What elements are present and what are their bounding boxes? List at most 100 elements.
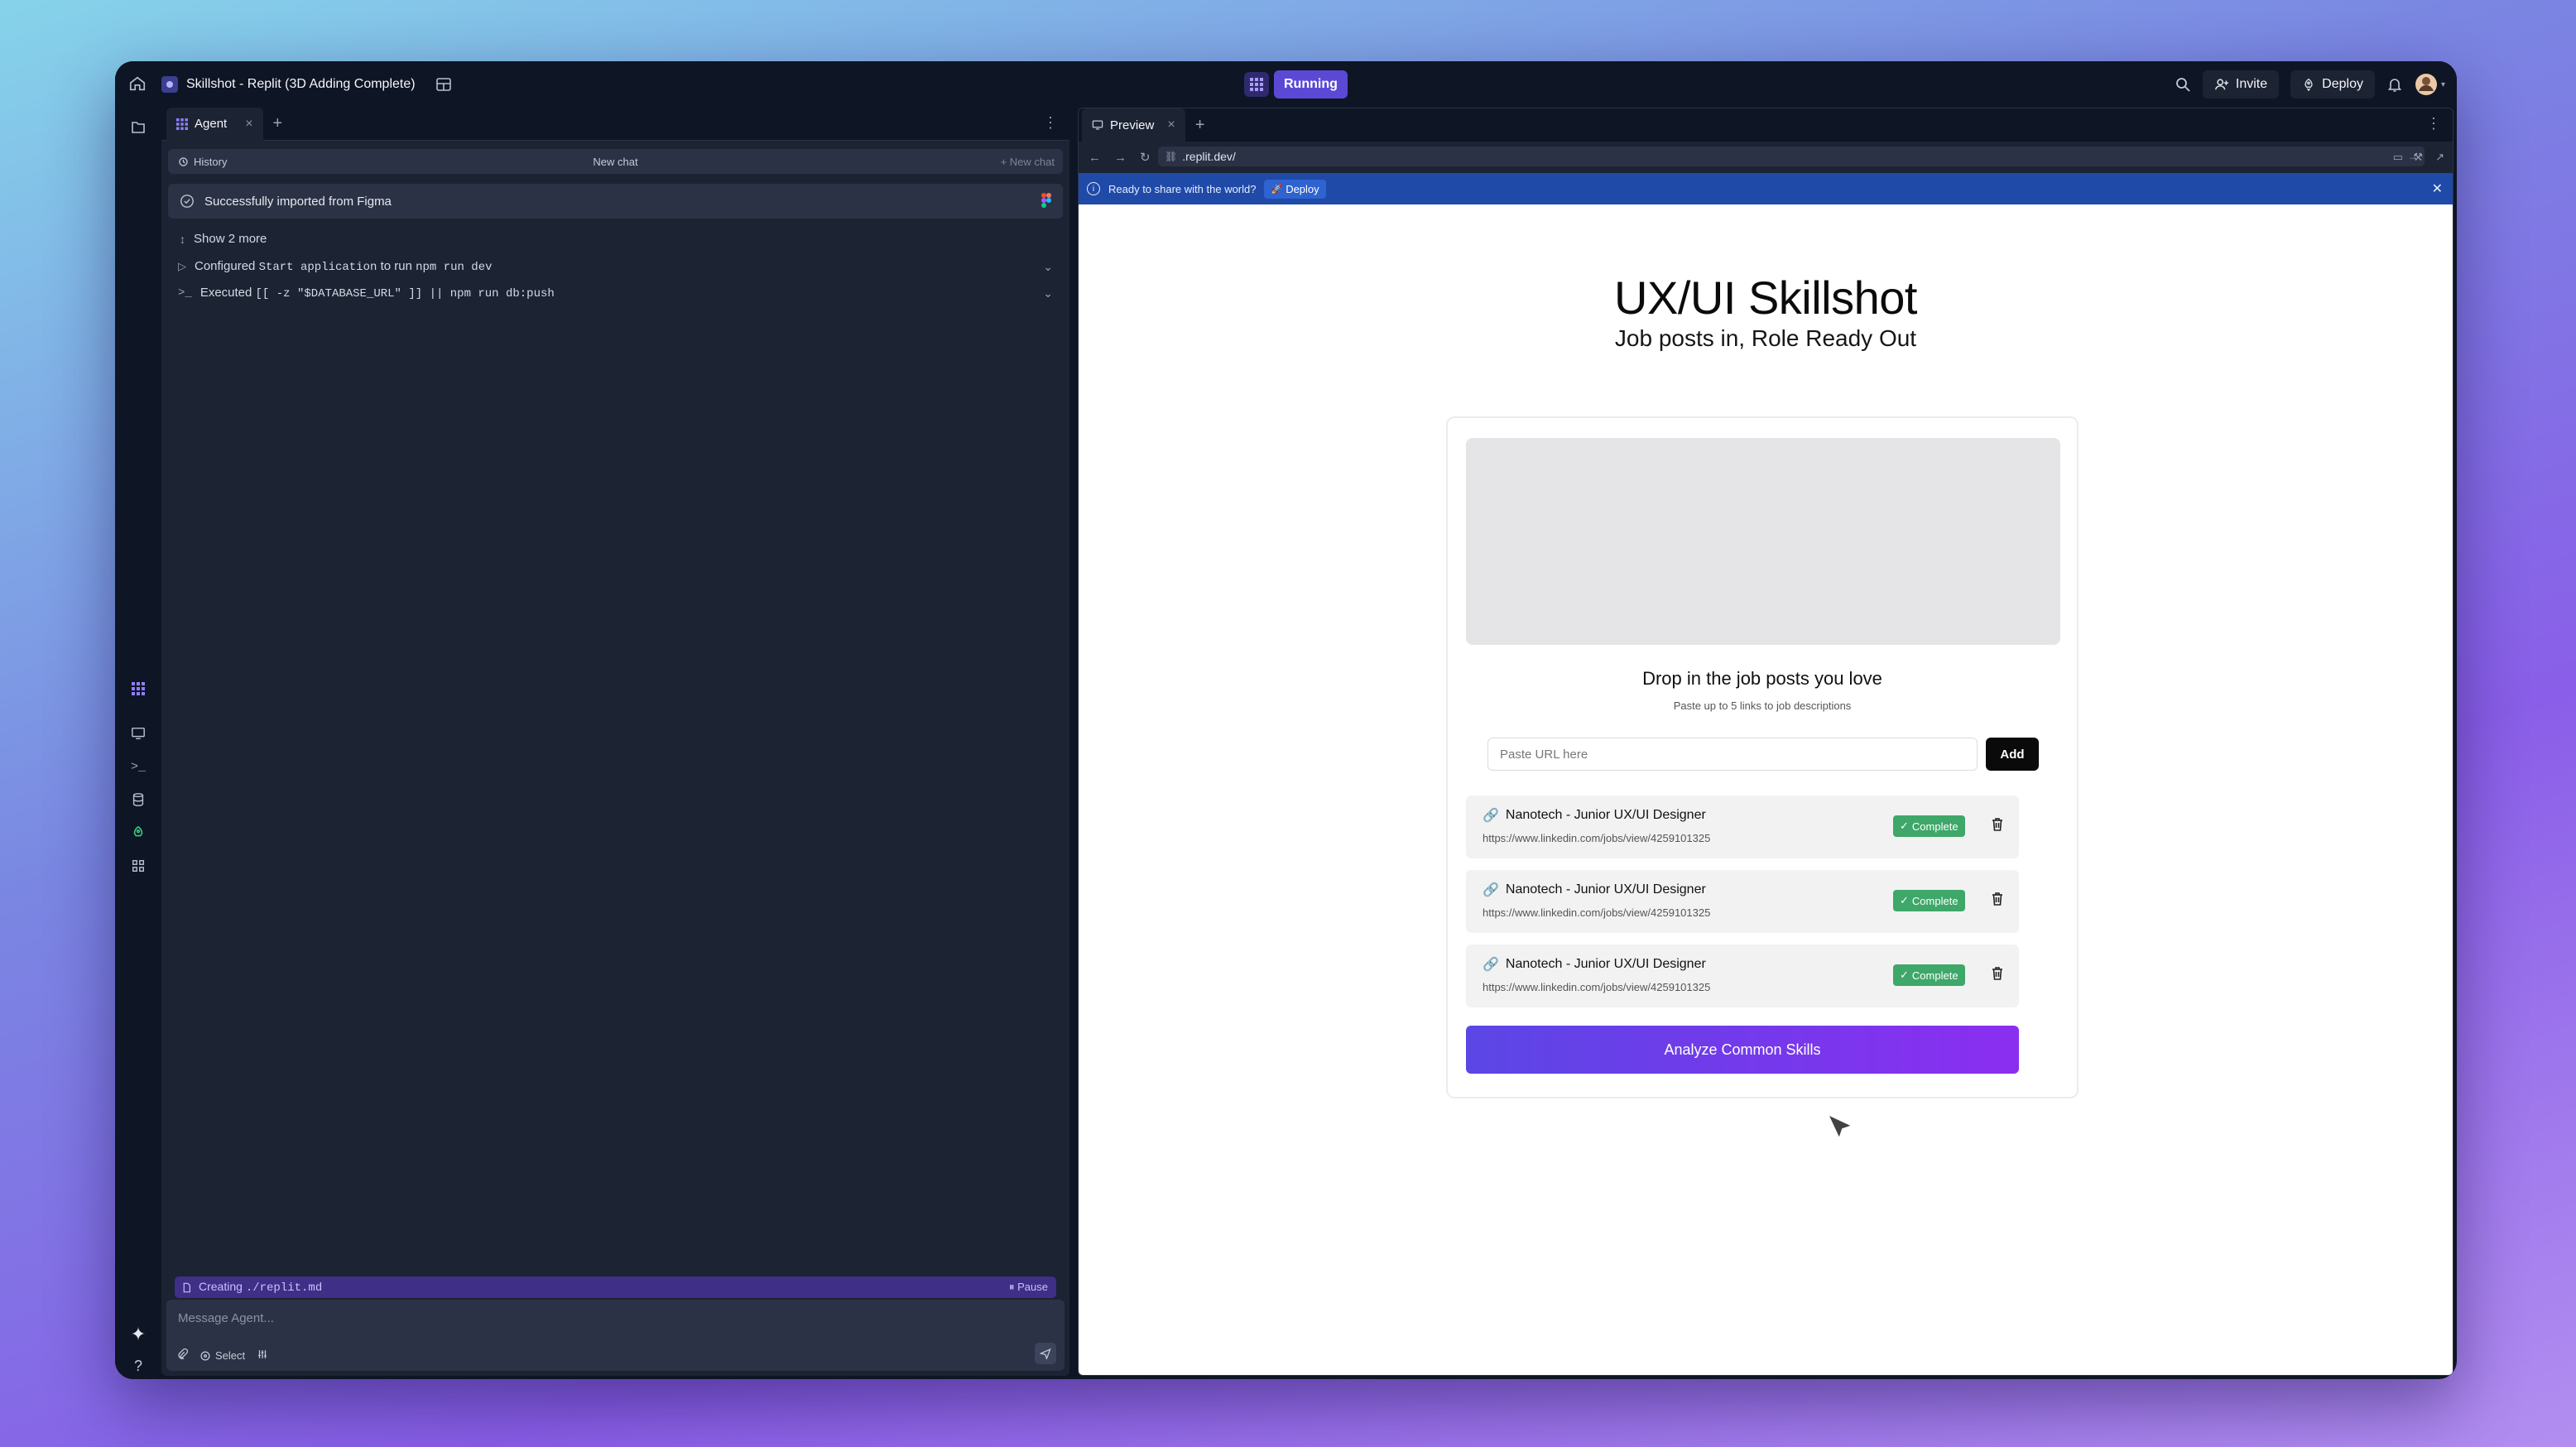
wrench-icon[interactable]: ⚒ <box>2413 151 2423 164</box>
layout-icon[interactable] <box>435 76 452 93</box>
executed-step[interactable]: >_ Executed [[ -z "$DATABASE_URL" ]] || … <box>178 286 1053 300</box>
run-control[interactable]: Running <box>1244 70 1348 99</box>
send-icon <box>1040 1348 1051 1359</box>
url-text: .replit.dev/ <box>1182 150 1236 163</box>
creating-filename: ./replit.md <box>245 1281 323 1295</box>
image-placeholder <box>1466 438 2060 645</box>
deploy-button[interactable]: Deploy <box>2290 70 2375 99</box>
status-label: Complete <box>1911 969 1958 982</box>
select-button[interactable]: Select <box>199 1349 245 1362</box>
message-input[interactable]: Message Agent... <box>178 1311 274 1325</box>
more-options-icon[interactable]: ⋮ <box>1043 114 1058 132</box>
chat-history-bar: History New chat + New chat <box>168 149 1063 174</box>
files-icon[interactable] <box>128 118 148 137</box>
new-chat-label: New chat <box>1009 155 1055 168</box>
configured-prefix: Configured <box>195 259 256 273</box>
job-url: https://www.linkedin.com/jobs/view/42591… <box>1483 981 1711 993</box>
search-icon[interactable] <box>2175 76 2191 93</box>
status-label: Complete <box>1911 894 1958 907</box>
external-link-icon[interactable]: ↗ <box>2435 151 2444 164</box>
status-badge: ✓ Complete <box>1893 815 1965 837</box>
home-icon[interactable] <box>128 75 147 93</box>
left-icon-rail: >_ ✦ ? <box>115 108 161 1379</box>
tab-agent[interactable]: Agent × <box>166 108 263 141</box>
current-chat-title: New chat <box>593 155 638 168</box>
user-avatar[interactable]: ▾ <box>2415 73 2445 96</box>
url-field[interactable]: ⛓ .replit.dev/ → <box>1158 147 2425 166</box>
tab-preview[interactable]: Preview × <box>1082 108 1185 142</box>
forward-arrow-icon[interactable]: → <box>1114 151 1127 165</box>
apps-grid-icon[interactable] <box>128 856 148 876</box>
terminal-icon[interactable]: >_ <box>128 757 148 776</box>
deploy-rocket-icon[interactable] <box>128 823 148 843</box>
close-icon[interactable]: ✕ <box>2432 180 2443 197</box>
close-icon[interactable]: × <box>1167 118 1175 132</box>
import-success-message: Successfully imported from Figma <box>168 184 1063 219</box>
help-icon[interactable]: ? <box>128 1356 148 1376</box>
agent-grid-icon[interactable] <box>128 679 148 699</box>
page-title: UX/UI Skillshot <box>1614 272 1917 324</box>
trash-icon[interactable] <box>1991 817 2004 836</box>
top-actions: Invite Deploy ▾ <box>2175 70 2445 99</box>
send-button[interactable] <box>1035 1343 1056 1364</box>
bell-icon[interactable] <box>2386 76 2403 93</box>
check-circle-icon <box>180 195 194 208</box>
chevron-down-icon[interactable]: ⌄ <box>1043 260 1053 274</box>
configured-mid: to run <box>380 259 412 273</box>
target-icon <box>200 1350 210 1361</box>
preview-page: UX/UI Skillshot Job posts in, Role Ready… <box>1079 204 2453 1375</box>
url-input[interactable] <box>1487 738 1978 771</box>
job-post-card: Drop in the job posts you love Paste up … <box>1446 416 2079 1098</box>
history-button[interactable]: History <box>178 156 227 168</box>
invite-button[interactable]: Invite <box>2202 70 2280 99</box>
agent-tab-bar: Agent × + ⋮ <box>161 108 1069 141</box>
back-arrow-icon[interactable]: ← <box>1089 151 1101 165</box>
check-icon: ✓ <box>1900 894 1909 906</box>
running-status-button[interactable]: Running <box>1274 70 1348 99</box>
trash-icon[interactable] <box>1991 892 2004 911</box>
new-chat-button[interactable]: + New chat <box>1001 156 1055 168</box>
chevron-down-icon[interactable]: ⌄ <box>1043 286 1053 300</box>
executed-prefix: Executed <box>199 286 252 300</box>
play-icon: ▷ <box>178 260 186 272</box>
job-list-item: 🔗 Nanotech - Junior UX/UI Designer https:… <box>1466 945 2019 1007</box>
close-icon[interactable]: × <box>245 117 252 132</box>
configured-step[interactable]: ▷ Configured Start application to run np… <box>178 259 1053 274</box>
page-subtitle: Job posts in, Role Ready Out <box>1614 325 1917 351</box>
rocket-icon: 🚀 <box>1271 184 1283 195</box>
more-options-icon[interactable]: ⋮ <box>2426 115 2441 132</box>
link-icon: 🔗 <box>1483 883 1499 897</box>
invite-label: Invite <box>2235 77 2268 91</box>
message-composer: Message Agent... Select <box>166 1300 1065 1371</box>
ide-window: Skillshot - Replit (3D Adding Complete) … <box>115 61 2457 1379</box>
trash-icon[interactable] <box>1991 966 2004 985</box>
monitor-icon[interactable] <box>128 724 148 743</box>
executed-command: [[ -z "$DATABASE_URL" ]] || npm run db:p… <box>255 287 555 300</box>
refresh-icon[interactable]: ↻ <box>1140 150 1151 165</box>
job-title: Nanotech - Junior UX/UI Designer <box>1505 957 1706 971</box>
project-avatar-icon <box>161 76 178 93</box>
new-tab-icon[interactable]: + <box>273 114 283 133</box>
add-user-icon <box>2214 79 2229 90</box>
project-title: Skillshot - Replit (3D Adding Complete) <box>186 77 416 91</box>
analyze-skills-button[interactable]: Analyze Common Skills <box>1466 1026 2019 1074</box>
sliders-icon[interactable] <box>257 1348 268 1363</box>
project-title-group[interactable]: Skillshot - Replit (3D Adding Complete) <box>161 71 452 98</box>
history-icon <box>179 156 188 166</box>
show-more-toggle[interactable]: ↕ Show 2 more <box>180 232 1053 246</box>
device-icon[interactable]: ▭ <box>2393 151 2403 164</box>
database-icon[interactable] <box>128 790 148 810</box>
paperclip-icon[interactable] <box>176 1348 189 1363</box>
status-badge: ✓ Complete <box>1893 890 1965 911</box>
figma-icon <box>1041 193 1051 211</box>
browser-toolbar: ← → ↻ ⛓ .replit.dev/ → ▭ ⚒ ↗ <box>1079 142 2453 173</box>
pause-button[interactable]: ⏸ Pause <box>1009 1281 1048 1294</box>
add-button[interactable]: Add <box>1986 738 2039 771</box>
creating-prefix: Creating <box>199 1280 243 1293</box>
rocket-icon <box>2304 78 2313 91</box>
sparkle-icon[interactable]: ✦ <box>128 1324 148 1344</box>
job-list-item: 🔗 Nanotech - Junior UX/UI Designer https:… <box>1466 870 2019 933</box>
banner-deploy-button[interactable]: 🚀 Deploy <box>1264 179 1326 199</box>
status-badge: ✓ Complete <box>1893 964 1965 986</box>
new-tab-icon[interactable]: + <box>1195 116 1205 135</box>
